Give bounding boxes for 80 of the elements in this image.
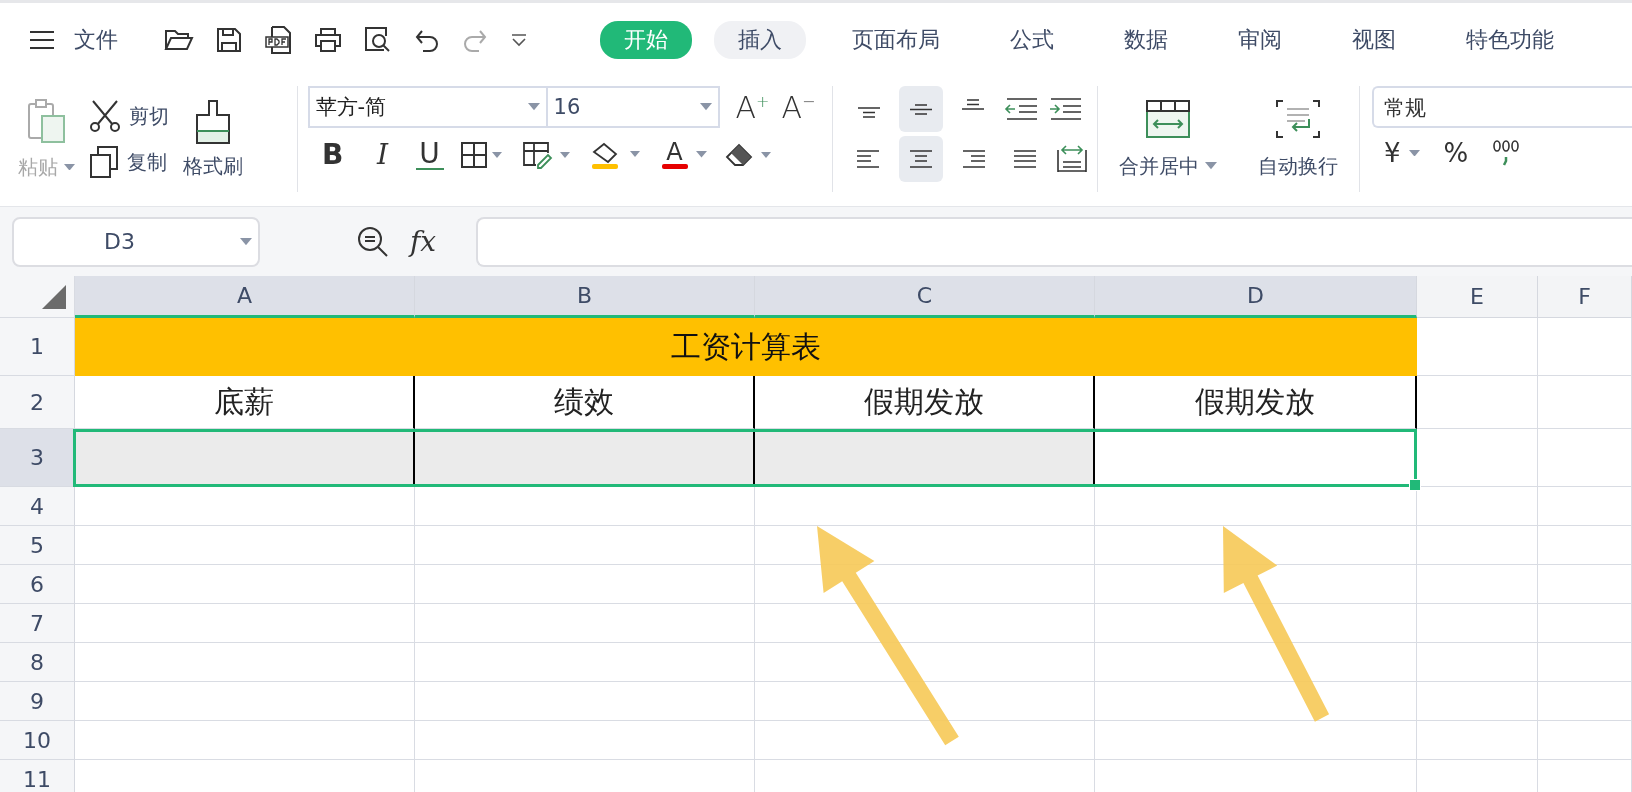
ribbon-tab[interactable]: 插入: [714, 20, 806, 59]
ribbon-tab[interactable]: 页面布局: [828, 20, 964, 59]
file-menu[interactable]: 文件: [74, 24, 118, 55]
row-header[interactable]: 10: [0, 721, 75, 760]
formula-input[interactable]: [476, 216, 1632, 267]
column-header[interactable]: C: [755, 276, 1095, 318]
caret-icon: [1408, 149, 1420, 157]
align-icon: [908, 103, 933, 115]
printer-icon[interactable]: [314, 26, 342, 53]
pdf-icon[interactable]: [264, 24, 292, 55]
caret-icon: [699, 103, 712, 111]
ribbon-tab[interactable]: 数据: [1100, 20, 1192, 59]
distribute-icon[interactable]: [1054, 144, 1089, 174]
row-header[interactable]: 4: [0, 487, 75, 526]
merge-center-button[interactable]: 合并居中: [1118, 98, 1217, 180]
dropdown-icon[interactable]: [510, 32, 528, 47]
row-header[interactable]: 7: [0, 604, 75, 643]
fill-handle[interactable]: [1409, 479, 1421, 491]
bold-button[interactable]: B: [315, 138, 350, 171]
vertical-align-button[interactable]: [898, 86, 943, 132]
merge-cells-icon: [1144, 98, 1191, 139]
column-header[interactable]: F: [1538, 276, 1632, 318]
save-icon[interactable]: [216, 26, 242, 53]
caret-icon: [695, 151, 707, 158]
column-header[interactable]: E: [1417, 276, 1538, 318]
table-cell: 绩效: [415, 376, 755, 429]
format-painter-button[interactable]: 格式刷: [183, 98, 243, 180]
row-header[interactable]: 6: [0, 565, 75, 604]
column-header[interactable]: A: [75, 276, 415, 318]
name-box[interactable]: D3: [12, 216, 260, 267]
decrease-indent-icon[interactable]: [1002, 95, 1039, 123]
font-size-dropdown[interactable]: 16: [547, 86, 720, 128]
caret-icon: [527, 103, 540, 111]
brush-icon: [194, 98, 232, 147]
select-all-icon[interactable]: [42, 285, 66, 309]
cut-button[interactable]: 剪切: [89, 99, 169, 133]
grow-font-button[interactable]: A$^{+}$: [729, 89, 776, 125]
font-name-dropdown[interactable]: 苹方-简: [307, 86, 548, 128]
row-header[interactable]: 9: [0, 682, 75, 721]
scissors-icon: [89, 99, 121, 133]
caret-icon: [1204, 162, 1217, 170]
column-header[interactable]: D: [1095, 276, 1417, 318]
ribbon-tab[interactable]: 公式: [986, 20, 1078, 59]
currency-button[interactable]: ¥: [1384, 138, 1420, 168]
zoom-icon[interactable]: [356, 224, 390, 259]
horizontal-align-button[interactable]: [898, 136, 943, 182]
menu-icon[interactable]: [28, 28, 56, 51]
ribbon-tab[interactable]: 审阅: [1214, 20, 1306, 59]
table-cell: 假期发放: [1095, 376, 1417, 429]
copy-icon: [89, 145, 119, 179]
table-cell: 底薪: [75, 376, 415, 429]
row-header[interactable]: 1: [0, 318, 75, 376]
ribbon-tab[interactable]: 特色功能: [1442, 20, 1578, 59]
row-header[interactable]: 3: [0, 429, 75, 487]
number-format-field[interactable]: 常规: [1372, 86, 1632, 128]
font-color-button[interactable]: A: [661, 140, 707, 169]
wrap-text-button[interactable]: 自动换行: [1258, 98, 1339, 180]
column-header[interactable]: B: [415, 276, 755, 318]
caret-icon: [240, 237, 252, 246]
italic-button[interactable]: I: [365, 138, 400, 171]
align-icon: [960, 98, 985, 110]
title-cell: 工资计算表: [75, 318, 1417, 376]
table-cell[interactable]: [755, 429, 1095, 487]
shrink-font-button[interactable]: A$^{−}$: [775, 89, 822, 125]
row-header[interactable]: 5: [0, 526, 75, 565]
ribbon-tab[interactable]: 视图: [1328, 20, 1420, 59]
print-preview-icon[interactable]: [364, 25, 392, 54]
row-header[interactable]: 8: [0, 643, 75, 682]
table-cell[interactable]: [415, 429, 755, 487]
underline-button[interactable]: U: [415, 139, 444, 170]
align-icon: [856, 106, 881, 118]
clipboard-icon: [25, 97, 68, 144]
color-bar-icon: [661, 164, 688, 169]
copy-button[interactable]: 复制: [89, 145, 169, 179]
wrap-text-icon: [1275, 98, 1322, 139]
table-cell: 假期发放: [755, 376, 1095, 429]
function-button[interactable]: fx: [410, 225, 437, 258]
caret-icon: [64, 163, 75, 171]
percent-button[interactable]: %: [1443, 138, 1469, 168]
row-header[interactable]: 2: [0, 376, 75, 429]
